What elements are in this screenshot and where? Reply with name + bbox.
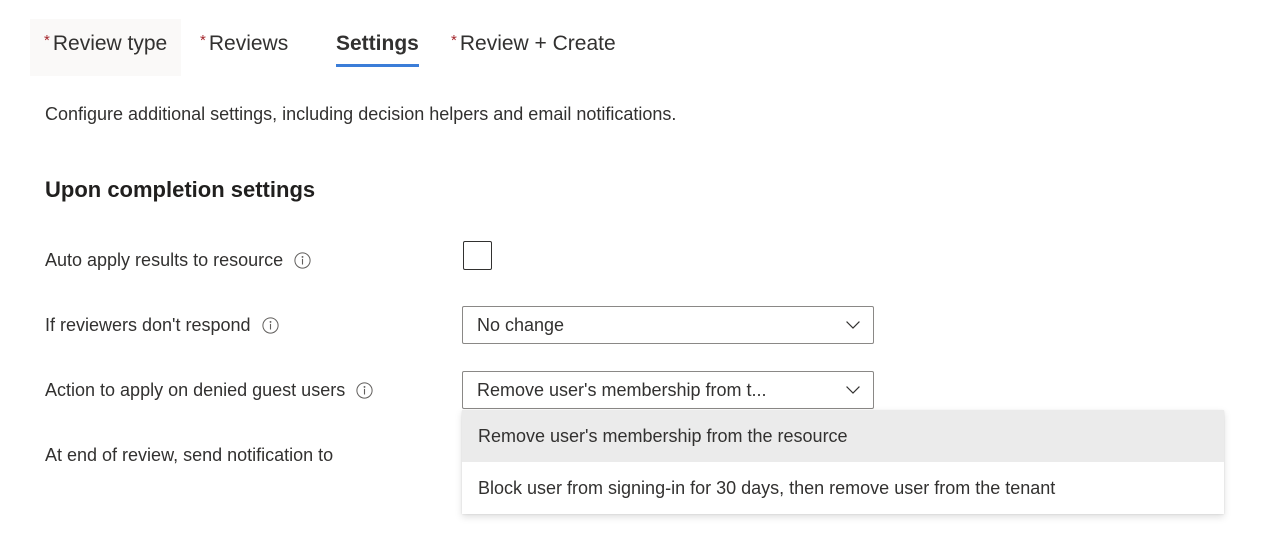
tab-settings[interactable]: Settings xyxy=(322,19,433,76)
tab-selected-underline xyxy=(336,64,419,67)
chevron-down-icon xyxy=(844,316,862,334)
tab-label: Reviews xyxy=(208,32,289,55)
field-label-text: At end of review, send notification to xyxy=(45,445,334,465)
field-label-auto-apply: Auto apply results to resource xyxy=(45,248,311,272)
tab-reviews[interactable]: * Reviews xyxy=(186,19,302,76)
info-icon[interactable] xyxy=(294,251,311,269)
dropdown-menu-action-denied-guest-users: Remove user's membership from the resour… xyxy=(462,410,1224,514)
field-label-if-reviewers-dont-respond: If reviewers don't respond xyxy=(45,313,279,337)
required-asterisk-icon: * xyxy=(200,32,206,49)
dropdown-selected-value: No change xyxy=(477,315,565,335)
checkbox-auto-apply-results[interactable] xyxy=(463,241,492,270)
dropdown-menu-item[interactable]: Remove user's membership from the resour… xyxy=(462,410,1224,462)
tab-label: Review type xyxy=(52,32,168,55)
chevron-down-icon xyxy=(844,381,862,399)
dropdown-action-denied-guest-users[interactable]: Remove user's membership from t... xyxy=(462,371,874,409)
field-label-action-denied-guest-users: Action to apply on denied guest users xyxy=(45,378,373,402)
tab-label: Review + Create xyxy=(459,32,616,55)
dropdown-selected-value: Remove user's membership from t... xyxy=(477,380,767,400)
dropdown-if-reviewers-dont-respond[interactable]: No change xyxy=(462,306,874,344)
info-icon[interactable] xyxy=(356,381,373,399)
field-label-text: Auto apply results to resource xyxy=(45,250,284,270)
dropdown-menu-item[interactable]: Block user from signing-in for 30 days, … xyxy=(462,462,1224,514)
tab-label: Settings xyxy=(336,32,419,55)
tab-review-type[interactable]: * Review type xyxy=(30,19,182,76)
section-heading-upon-completion: Upon completion settings xyxy=(45,177,316,202)
info-icon[interactable] xyxy=(261,316,279,334)
page-description: Configure additional settings, including… xyxy=(45,104,677,124)
field-label-text: If reviewers don't respond xyxy=(45,315,251,335)
required-asterisk-icon: * xyxy=(44,32,50,49)
field-label-send-notification-to: At end of review, send notification to xyxy=(45,443,333,467)
field-label-text: Action to apply on denied guest users xyxy=(45,380,346,400)
wizard-tab-bar: * Review type * Reviews Settings * Revie… xyxy=(0,0,1282,80)
tab-review-create[interactable]: * Review + Create xyxy=(437,19,630,76)
required-asterisk-icon: * xyxy=(451,32,457,49)
